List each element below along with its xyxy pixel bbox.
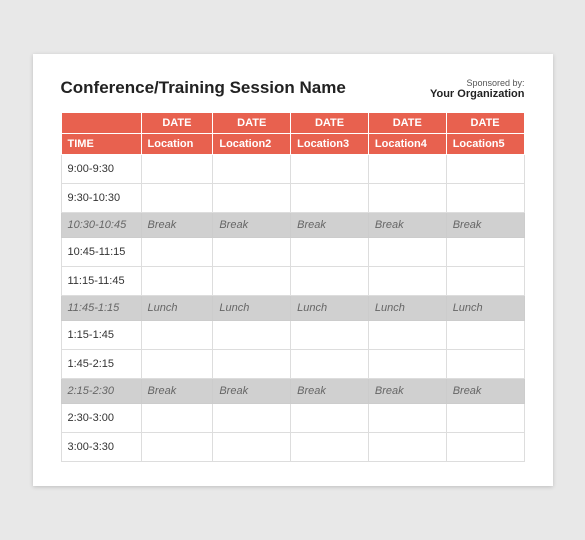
data-cell xyxy=(141,321,213,350)
sponsored-label: Sponsored by: xyxy=(430,78,525,88)
data-cell xyxy=(141,238,213,267)
data-cell xyxy=(213,404,291,433)
location-header-3: Location3 xyxy=(291,134,369,155)
data-cell xyxy=(213,350,291,379)
time-cell: 1:15-1:45 xyxy=(61,321,141,350)
date-header-col-1: DATE xyxy=(141,113,213,134)
sponsored-block: Sponsored by: Your Organization xyxy=(430,78,525,100)
data-cell xyxy=(291,350,369,379)
data-cell: Break xyxy=(141,379,213,404)
table-row: 1:45-2:15 xyxy=(61,350,524,379)
data-cell: Break xyxy=(141,213,213,238)
data-cell xyxy=(446,155,524,184)
data-cell: Lunch xyxy=(213,296,291,321)
data-cell xyxy=(213,184,291,213)
data-cell xyxy=(291,238,369,267)
data-cell xyxy=(368,433,446,462)
data-cell xyxy=(446,350,524,379)
location-header-4: Location4 xyxy=(368,134,446,155)
table-row: 9:30-10:30 xyxy=(61,184,524,213)
data-cell: Lunch xyxy=(446,296,524,321)
data-cell xyxy=(368,404,446,433)
data-cell xyxy=(141,155,213,184)
location-header-5: Location5 xyxy=(446,134,524,155)
data-cell: Break xyxy=(446,379,524,404)
data-cell xyxy=(446,267,524,296)
data-cell xyxy=(291,404,369,433)
data-cell xyxy=(213,155,291,184)
data-cell xyxy=(141,433,213,462)
date-header-time-col xyxy=(61,113,141,134)
data-cell xyxy=(291,267,369,296)
data-cell xyxy=(213,321,291,350)
data-cell xyxy=(141,267,213,296)
table-row: 11:45-1:15LunchLunchLunchLunchLunch xyxy=(61,296,524,321)
conference-title: Conference/Training Session Name xyxy=(61,78,346,98)
date-header-col-3: DATE xyxy=(291,113,369,134)
data-cell: Break xyxy=(291,379,369,404)
data-cell: Break xyxy=(213,213,291,238)
data-cell xyxy=(291,321,369,350)
data-cell xyxy=(368,155,446,184)
data-cell: Break xyxy=(368,379,446,404)
data-cell xyxy=(446,433,524,462)
data-cell xyxy=(446,404,524,433)
top-header: Conference/Training Session Name Sponsor… xyxy=(61,78,525,100)
table-row: 11:15-11:45 xyxy=(61,267,524,296)
data-cell xyxy=(446,238,524,267)
time-cell: 2:30-3:00 xyxy=(61,404,141,433)
data-cell: Break xyxy=(446,213,524,238)
table-row: 3:00-3:30 xyxy=(61,433,524,462)
table-row: 2:15-2:30BreakBreakBreakBreakBreak xyxy=(61,379,524,404)
table-row: 2:30-3:00 xyxy=(61,404,524,433)
data-cell xyxy=(141,404,213,433)
data-cell xyxy=(368,238,446,267)
data-cell xyxy=(368,267,446,296)
data-cell xyxy=(446,321,524,350)
schedule-table: DATEDATEDATEDATEDATE TIMELocationLocatio… xyxy=(61,112,525,462)
table-row: 10:45-11:15 xyxy=(61,238,524,267)
time-cell: 9:30-10:30 xyxy=(61,184,141,213)
data-cell xyxy=(213,433,291,462)
table-row: 9:00-9:30 xyxy=(61,155,524,184)
date-header-row: DATEDATEDATEDATEDATE xyxy=(61,113,524,134)
location-header-time: TIME xyxy=(61,134,141,155)
data-cell: Break xyxy=(213,379,291,404)
sponsored-org: Your Organization xyxy=(430,88,525,100)
time-cell: 10:30-10:45 xyxy=(61,213,141,238)
date-header-col-5: DATE xyxy=(446,113,524,134)
time-cell: 10:45-11:15 xyxy=(61,238,141,267)
time-cell: 2:15-2:30 xyxy=(61,379,141,404)
data-cell xyxy=(213,238,291,267)
page: Conference/Training Session Name Sponsor… xyxy=(33,54,553,486)
time-cell: 11:15-11:45 xyxy=(61,267,141,296)
data-cell: Lunch xyxy=(368,296,446,321)
table-body: 9:00-9:309:30-10:3010:30-10:45BreakBreak… xyxy=(61,155,524,462)
data-cell xyxy=(446,184,524,213)
time-cell: 9:00-9:30 xyxy=(61,155,141,184)
date-header-col-2: DATE xyxy=(213,113,291,134)
data-cell: Lunch xyxy=(291,296,369,321)
time-cell: 11:45-1:15 xyxy=(61,296,141,321)
data-cell xyxy=(291,155,369,184)
data-cell: Break xyxy=(291,213,369,238)
date-header-col-4: DATE xyxy=(368,113,446,134)
data-cell xyxy=(368,321,446,350)
data-cell xyxy=(141,350,213,379)
data-cell xyxy=(291,433,369,462)
data-cell xyxy=(141,184,213,213)
data-cell xyxy=(291,184,369,213)
table-row: 1:15-1:45 xyxy=(61,321,524,350)
time-cell: 3:00-3:30 xyxy=(61,433,141,462)
data-cell xyxy=(368,184,446,213)
data-cell xyxy=(368,350,446,379)
location-header-row: TIMELocationLocation2Location3Location4L… xyxy=(61,134,524,155)
data-cell: Break xyxy=(368,213,446,238)
data-cell xyxy=(213,267,291,296)
table-row: 10:30-10:45BreakBreakBreakBreakBreak xyxy=(61,213,524,238)
location-header-1: Location xyxy=(141,134,213,155)
location-header-2: Location2 xyxy=(213,134,291,155)
time-cell: 1:45-2:15 xyxy=(61,350,141,379)
data-cell: Lunch xyxy=(141,296,213,321)
